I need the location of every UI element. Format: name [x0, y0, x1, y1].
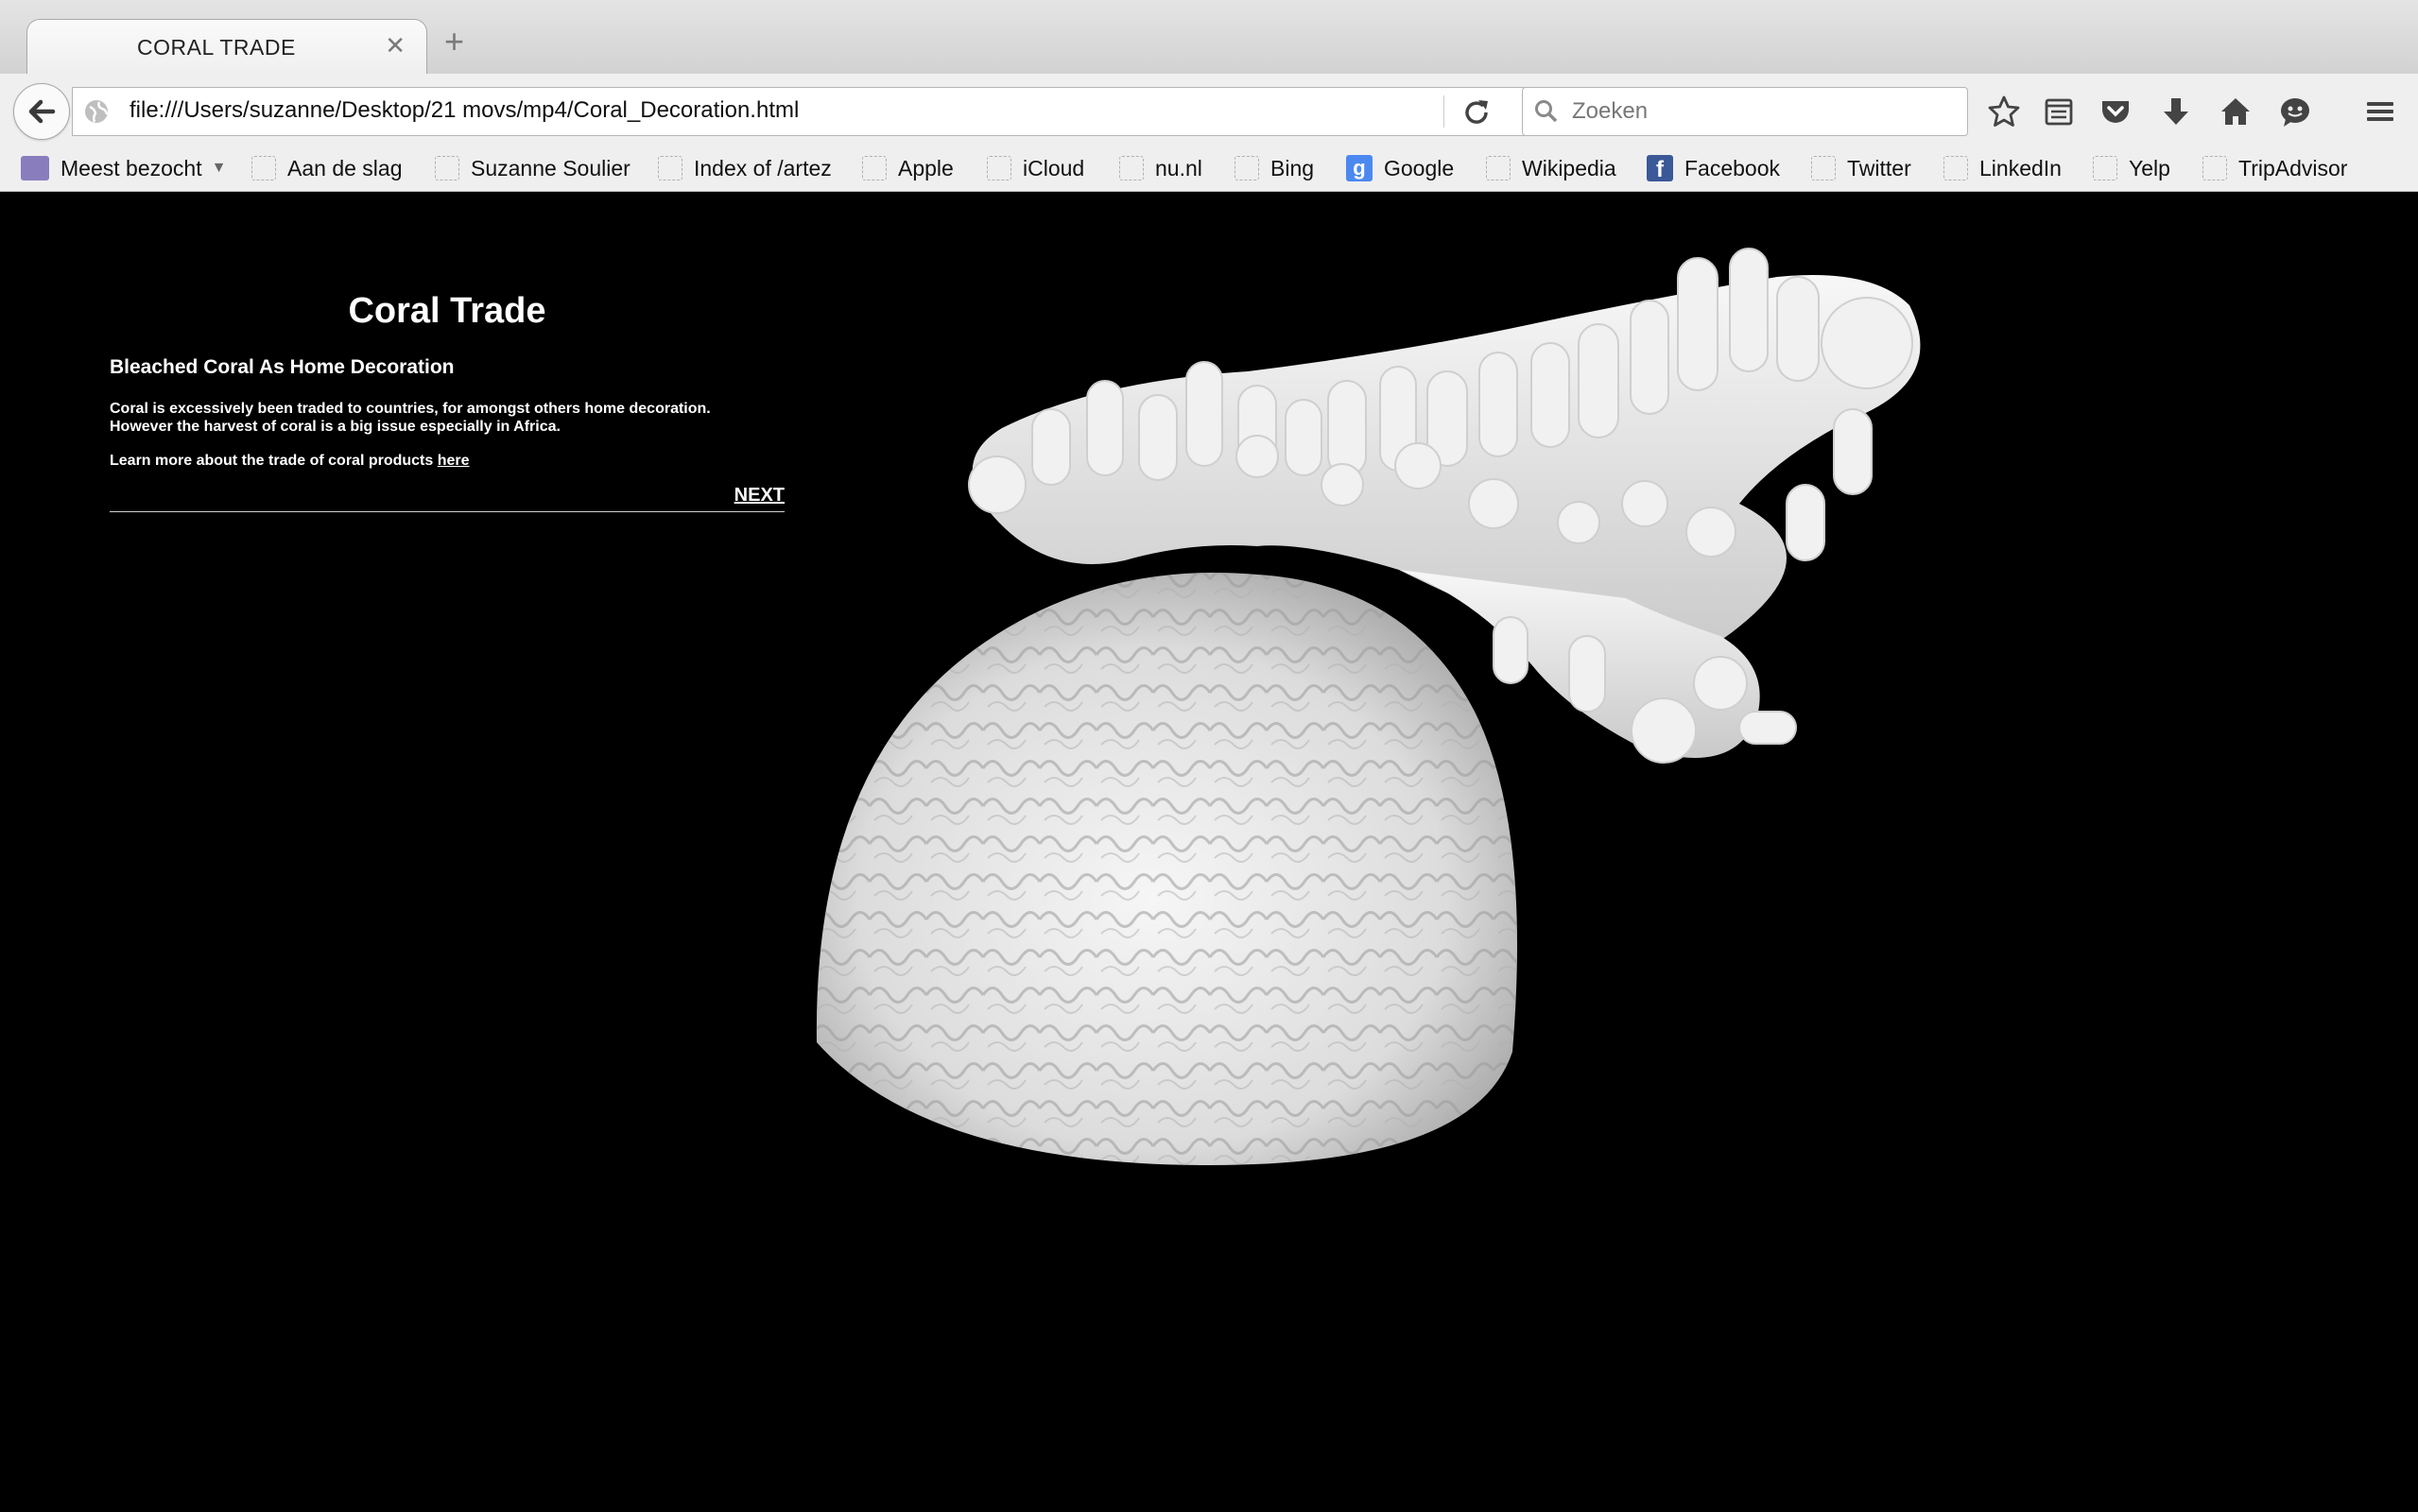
tab-bar: CORAL TRADE ✕ + [0, 0, 2418, 75]
smart-folder-icon [21, 156, 49, 180]
bookmark-google[interactable]: g Google [1346, 153, 1454, 183]
page-icon [1235, 156, 1259, 180]
bookmark-label: Facebook [1684, 155, 1781, 180]
hello-chat-icon[interactable] [2278, 94, 2312, 129]
here-link[interactable]: here [438, 453, 470, 469]
browser-tab[interactable]: CORAL TRADE ✕ [26, 19, 427, 75]
google-icon: g [1346, 155, 1373, 181]
bookmark-facebook[interactable]: f Facebook [1647, 153, 1780, 183]
learn-more-label: Learn more about the trade of coral prod… [110, 453, 438, 469]
bookmark-aan-de-slag[interactable]: Aan de slag [251, 153, 402, 183]
page-icon [2093, 156, 2117, 180]
bookmark-label: Aan de slag [287, 155, 403, 180]
bookmark-star-icon[interactable] [1987, 94, 2021, 129]
bookmarks-toolbar: Meest bezocht ▼ Aan de slag Suzanne Soul… [0, 149, 2418, 192]
bookmark-label: LinkedIn [1979, 155, 2062, 180]
bookmark-icloud[interactable]: iCloud [987, 153, 1084, 183]
learn-more-text: Learn more about the trade of coral prod… [110, 453, 785, 470]
reading-list-icon[interactable] [2042, 94, 2076, 129]
page-icon [1119, 156, 1144, 180]
home-icon[interactable] [2219, 94, 2253, 129]
page-icon [435, 156, 459, 180]
page-subtitle: Bleached Coral As Home Decoration [110, 356, 455, 378]
bookmark-label: Bing [1270, 155, 1315, 180]
bookmark-linkedin[interactable]: LinkedIn [1943, 153, 2062, 183]
bookmark-label: Twitter [1847, 155, 1911, 180]
url-divider [1443, 95, 1444, 128]
download-icon[interactable] [2159, 94, 2193, 129]
bookmark-tripadvisor[interactable]: TripAdvisor [2202, 153, 2347, 183]
bookmark-label: Apple [898, 155, 954, 180]
next-button[interactable]: NEXT [734, 485, 785, 507]
bookmark-label: Index of /artez [694, 155, 832, 180]
url-text[interactable]: file:///Users/suzanne/Desktop/21 movs/mp… [130, 97, 799, 124]
chevron-down-icon: ▼ [211, 160, 227, 176]
bookmark-label: Meest bezocht [60, 155, 202, 180]
pocket-icon[interactable] [2098, 94, 2133, 129]
bookmark-yelp[interactable]: Yelp [2093, 153, 2170, 183]
globe-icon [85, 100, 109, 123]
page-icon [987, 156, 1011, 180]
page-icon [1486, 156, 1511, 180]
back-arrow-icon [28, 99, 56, 124]
bookmark-suzanne-soulier[interactable]: Suzanne Soulier [435, 153, 630, 183]
menu-icon[interactable] [2363, 94, 2397, 129]
bookmark-twitter[interactable]: Twitter [1811, 153, 1911, 183]
bookmark-meest-bezocht[interactable]: Meest bezocht ▼ [21, 153, 226, 183]
next-row: NEXT [110, 485, 785, 512]
page-title: Coral Trade [348, 291, 546, 331]
page-content: Coral Trade Bleached Coral As Home Decor… [0, 192, 2418, 1512]
navigation-toolbar: file:///Users/suzanne/Desktop/21 movs/mp… [0, 74, 2418, 149]
reload-icon[interactable] [1462, 97, 1491, 126]
bookmark-index-of-artez[interactable]: Index of /artez [658, 153, 832, 183]
bookmark-wikipedia[interactable]: Wikipedia [1486, 153, 1616, 183]
back-button[interactable] [13, 83, 70, 140]
page-icon [1811, 156, 1836, 180]
bookmark-label: Yelp [2129, 155, 2170, 180]
bookmark-label: nu.nl [1155, 155, 1202, 180]
bookmark-label: Suzanne Soulier [471, 155, 630, 180]
coral-render-image [816, 248, 1921, 1165]
bookmark-label: Google [1384, 155, 1455, 180]
bookmark-label: iCloud [1023, 155, 1085, 180]
search-icon [1535, 100, 1558, 123]
page-icon [2202, 156, 2227, 180]
search-input[interactable] [1570, 94, 1952, 129]
tab-title: CORAL TRADE [137, 35, 296, 60]
page-icon [251, 156, 276, 180]
description-line-2: However the harvest of coral is a big is… [110, 419, 561, 435]
bookmark-label: Wikipedia [1522, 155, 1616, 180]
page-icon [1943, 156, 1968, 180]
search-bar[interactable] [1522, 87, 1968, 136]
bookmark-label: TripAdvisor [2238, 155, 2348, 180]
close-tab-icon[interactable]: ✕ [385, 31, 406, 60]
facebook-icon: f [1647, 155, 1673, 181]
description-line-1: Coral is excessively been traded to coun… [110, 401, 711, 417]
page-icon [658, 156, 682, 180]
bookmark-nu-nl[interactable]: nu.nl [1119, 153, 1202, 183]
bookmark-apple[interactable]: Apple [862, 153, 954, 183]
description-paragraph: Coral is excessively been traded to coun… [110, 400, 785, 436]
url-bar[interactable]: file:///Users/suzanne/Desktop/21 movs/mp… [72, 87, 1533, 136]
page-icon [862, 156, 887, 180]
bookmark-bing[interactable]: Bing [1235, 153, 1314, 183]
info-panel: Coral Trade Bleached Coral As Home Decor… [110, 291, 785, 512]
new-tab-icon[interactable]: + [444, 25, 464, 59]
